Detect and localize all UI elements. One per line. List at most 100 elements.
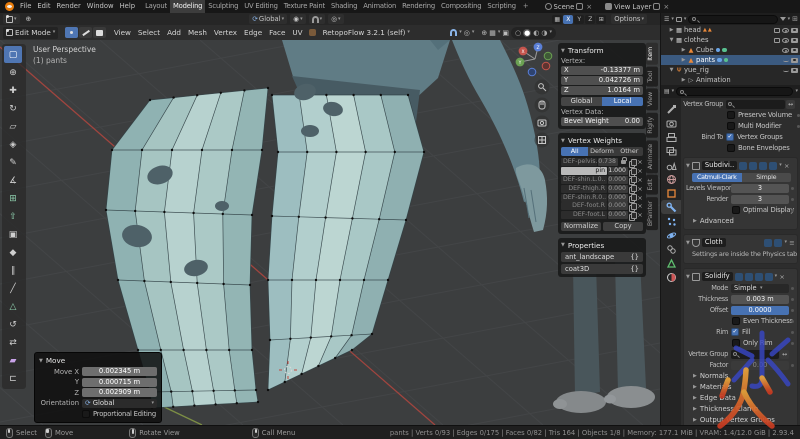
show-overlays-icon[interactable]: ▦ <box>489 29 496 37</box>
sidebar-tab[interactable]: Tool <box>646 67 658 87</box>
eye-icon[interactable] <box>782 38 789 43</box>
tool-poly-build[interactable]: △ <box>4 298 22 315</box>
copy-weight-icon[interactable] <box>629 203 636 210</box>
normalize-button[interactable]: Normalize <box>561 222 601 231</box>
exclude-checkbox-icon[interactable] <box>774 38 780 43</box>
collapse-arrow-icon[interactable]: ▼ <box>39 358 43 364</box>
expand-arrow-icon[interactable]: ▶ <box>668 27 675 33</box>
vertex-weight-row[interactable]: DEF-foot.L 0.000 × <box>561 211 643 220</box>
move-field-value[interactable]: 0.000715 m <box>82 378 157 387</box>
delete-modifier-icon[interactable]: × <box>784 162 790 170</box>
delete-weight-icon[interactable]: × <box>637 202 643 210</box>
remove-view-layer-icon[interactable]: × <box>662 3 670 11</box>
viewport-menu[interactable]: Face <box>266 28 289 37</box>
wireframe-shading-icon[interactable]: ○ <box>515 29 521 37</box>
modifier-extras-dropdown[interactable]: ▾ <box>784 240 787 245</box>
options-dropdown[interactable]: Options▾ <box>611 14 647 24</box>
topbar-menu[interactable]: Edit <box>34 0 53 13</box>
delete-weight-icon[interactable]: × <box>637 185 643 193</box>
vertex-weight-row[interactable]: DEF-pelvis.R 0.738 × <box>561 158 643 167</box>
sidebar-tab[interactable]: Item <box>646 43 658 65</box>
vertex-weight-row[interactable]: DEF-shin.R.0.. 0.000 × <box>561 193 643 202</box>
tool-rip[interactable]: ⊏ <box>4 370 22 387</box>
bone-envelopes-checkbox[interactable] <box>727 144 735 152</box>
vertex-select-button[interactable] <box>65 27 78 38</box>
camera-restrict-icon[interactable] <box>791 58 798 63</box>
tool-edge-slide[interactable]: ⇄ <box>4 334 22 351</box>
vertex-coord-field[interactable]: Z 1.0164 m <box>561 86 643 95</box>
pivot-dropdown[interactable]: ◉▾ <box>290 14 305 24</box>
gizmo-x-ball[interactable]: X <box>521 49 524 55</box>
weight-value[interactable]: 0.738 <box>598 158 618 166</box>
viewport-menu[interactable]: Mesh <box>184 28 210 37</box>
active-tool-button[interactable]: ▾ <box>3 14 20 24</box>
bevel-weight-field[interactable]: Bevel Weight 0.00 <box>561 117 643 126</box>
realtime-display-toggle[interactable] <box>755 273 763 281</box>
armature-vertex-group-field[interactable] <box>726 100 785 109</box>
collapse-arrow-icon[interactable]: ▼ <box>686 274 690 280</box>
tool-select-box[interactable]: ▢ <box>4 46 22 63</box>
viewport-menu[interactable]: UV <box>289 28 306 37</box>
tab-render[interactable] <box>661 116 681 130</box>
copy-button[interactable]: Copy <box>603 222 643 231</box>
viewport-menu[interactable]: View <box>110 28 134 37</box>
outliner-row[interactable]: ▶ ▦ ▲ Ψ ▷ head ▲▲ <box>661 25 800 35</box>
subdivision-field-value[interactable]: 3 <box>731 195 789 204</box>
viewport-menu[interactable]: Vertex <box>210 28 240 37</box>
vertex-coord-field[interactable]: X -0.13377 m <box>561 66 643 75</box>
tool-spin[interactable]: ↺ <box>4 316 22 333</box>
proportional-editing-icon[interactable]: ◎ <box>464 29 470 37</box>
weight-value[interactable]: 0.000 <box>608 211 628 219</box>
tool-extrude[interactable]: ⇧ <box>4 208 22 225</box>
tab-material[interactable] <box>661 270 681 284</box>
workspace-tab[interactable]: Texture Paint <box>281 0 328 13</box>
workspace-tab[interactable]: Layout <box>142 0 170 13</box>
only-rim-checkbox[interactable] <box>732 339 740 347</box>
tab-world[interactable] <box>661 172 681 186</box>
tool-measure[interactable]: ∡ <box>4 172 22 189</box>
editmode-display-toggle[interactable] <box>739 162 747 170</box>
sidebar-tab[interactable]: Animate <box>646 140 658 173</box>
solidify-mode-dropdown[interactable]: Simple ▾ <box>731 284 789 293</box>
eye-icon[interactable] <box>782 28 789 33</box>
workspace-tab[interactable]: Rendering <box>399 0 438 13</box>
delete-modifier-icon[interactable]: × <box>779 273 785 281</box>
subdivision-type-button[interactable]: Simple <box>742 173 792 182</box>
3d-viewport[interactable]: Edit Mode ▾ ViewSelectAddMeshVertexEdgeF… <box>0 25 660 425</box>
topbar-menu[interactable]: File <box>17 0 34 13</box>
invert-vertex-group-button[interactable]: ↔ <box>780 350 789 359</box>
topbar-menu[interactable]: Render <box>54 0 84 13</box>
display-mode-icon[interactable]: ☰ <box>664 16 669 23</box>
viewport-menu[interactable]: Add <box>164 28 185 37</box>
solid-shading-icon[interactable]: ● <box>523 29 531 37</box>
tool-knife[interactable]: ╱ <box>4 280 22 297</box>
modifier-name-field[interactable]: Subdivi.. <box>702 161 737 170</box>
expand-arrow-icon[interactable]: ▶ <box>680 47 687 53</box>
delete-weight-icon[interactable]: × <box>637 211 643 219</box>
perspective-toggle-icon[interactable] <box>535 133 550 148</box>
solidify-section[interactable]: ▶Materials <box>686 381 795 392</box>
retopoflow-menu[interactable]: RetopoFlow 3.2.1 (self)▾ <box>319 28 413 37</box>
tool-move[interactable]: ✚ <box>4 82 22 99</box>
custom-property-button[interactable]: coat3D {} <box>561 264 643 274</box>
new-view-layer-icon[interactable] <box>653 3 660 10</box>
vertex-weight-row[interactable]: DEF-foot.R 0.000 × <box>561 202 643 211</box>
collapse-arrow-icon[interactable]: ▼ <box>561 242 565 248</box>
cage-display-toggle[interactable] <box>749 162 757 170</box>
camera-restrict-icon[interactable] <box>791 68 798 73</box>
tool-bevel[interactable]: ◆ <box>4 244 22 261</box>
space-toggle-button[interactable]: Local <box>602 97 643 106</box>
outliner-search-input[interactable] <box>688 15 777 24</box>
copy-weight-icon[interactable] <box>629 176 636 183</box>
subdivision-field-value[interactable]: 3 <box>731 184 789 193</box>
copy-weight-icon[interactable] <box>629 212 636 219</box>
vertex-groups-checkbox[interactable]: ✓ <box>726 133 734 141</box>
gizmo-y-ball[interactable]: Y <box>518 60 522 66</box>
multi-modifier-checkbox[interactable] <box>727 122 735 130</box>
expand-arrow-icon[interactable]: ▶ <box>680 77 687 83</box>
realtime-display-toggle[interactable] <box>764 239 772 247</box>
move-field-value[interactable]: 0.002345 m <box>82 367 157 376</box>
eye-icon[interactable] <box>782 48 789 53</box>
factor-value[interactable]: 0.00 <box>731 361 789 370</box>
cursor-tool-button[interactable]: ⊕ <box>23 14 35 24</box>
